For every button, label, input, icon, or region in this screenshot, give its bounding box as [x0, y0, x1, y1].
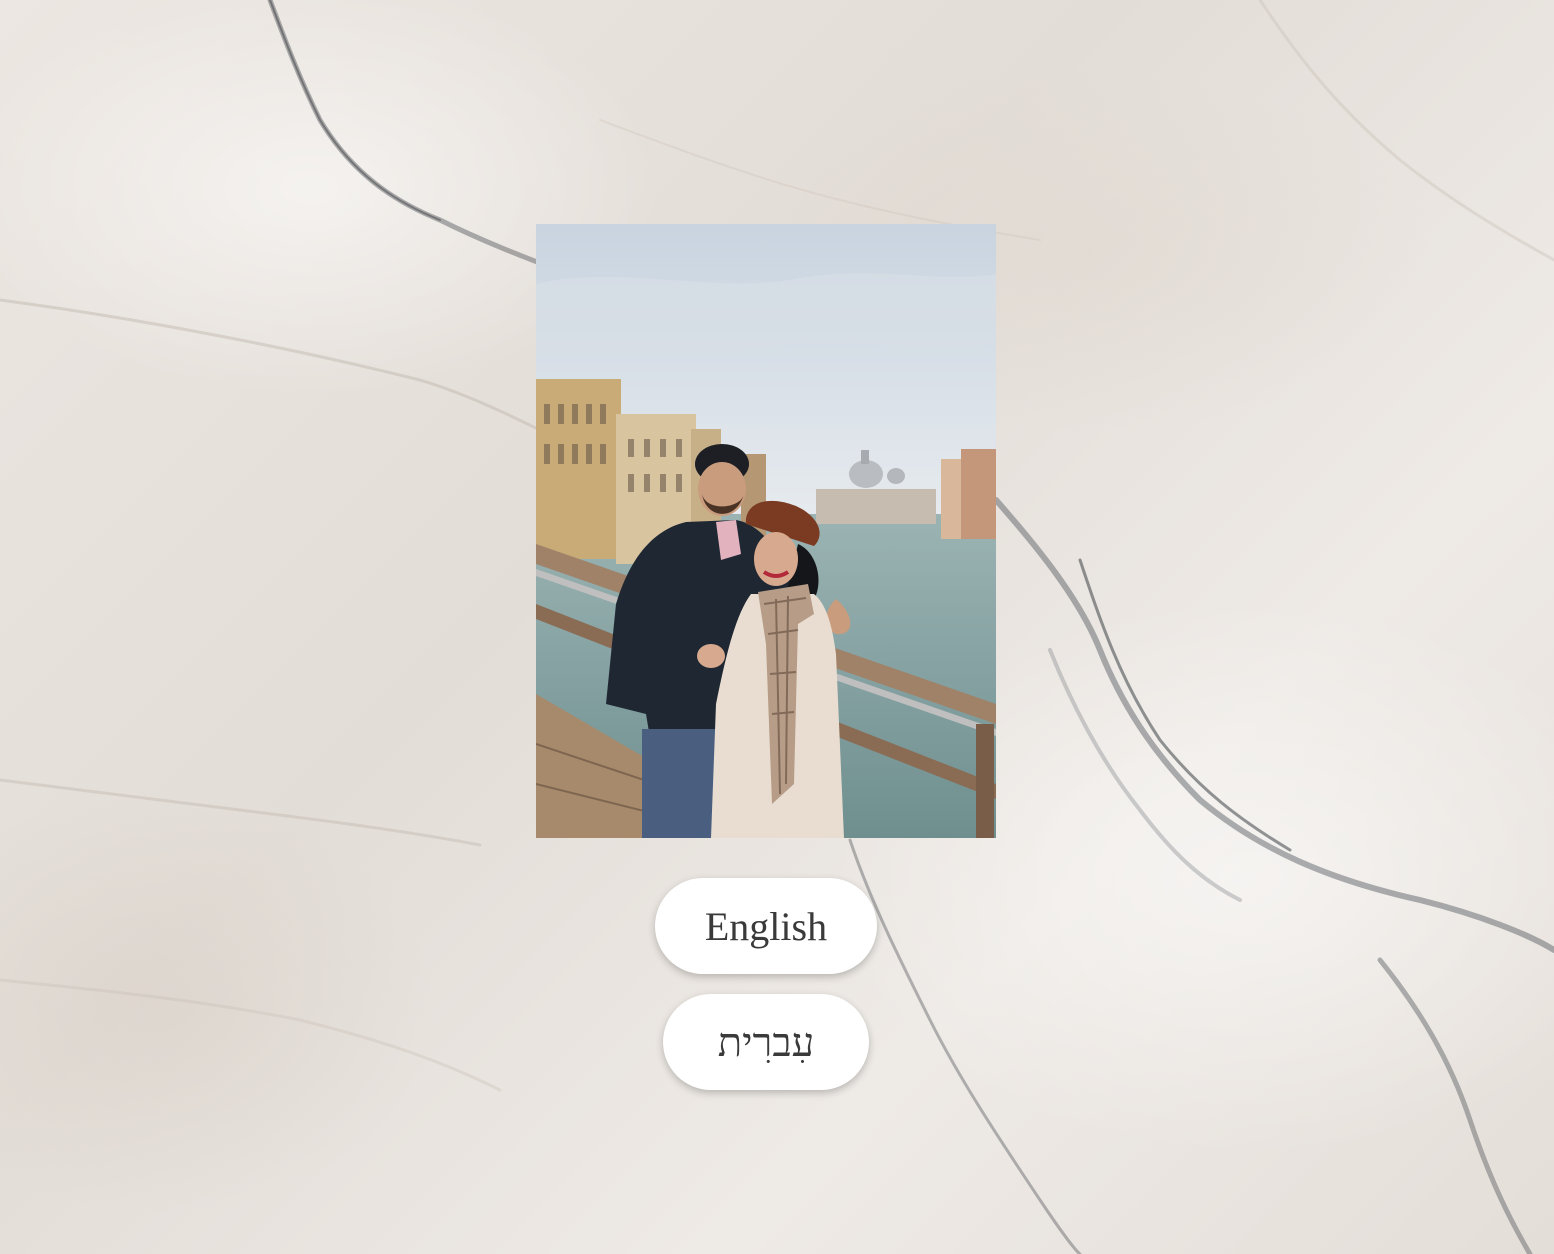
english-language-button[interactable]: English: [655, 878, 877, 974]
hebrew-language-button[interactable]: עִברִית: [663, 994, 869, 1090]
venice-couple-image: [536, 224, 996, 838]
couple-photo: [536, 224, 996, 838]
